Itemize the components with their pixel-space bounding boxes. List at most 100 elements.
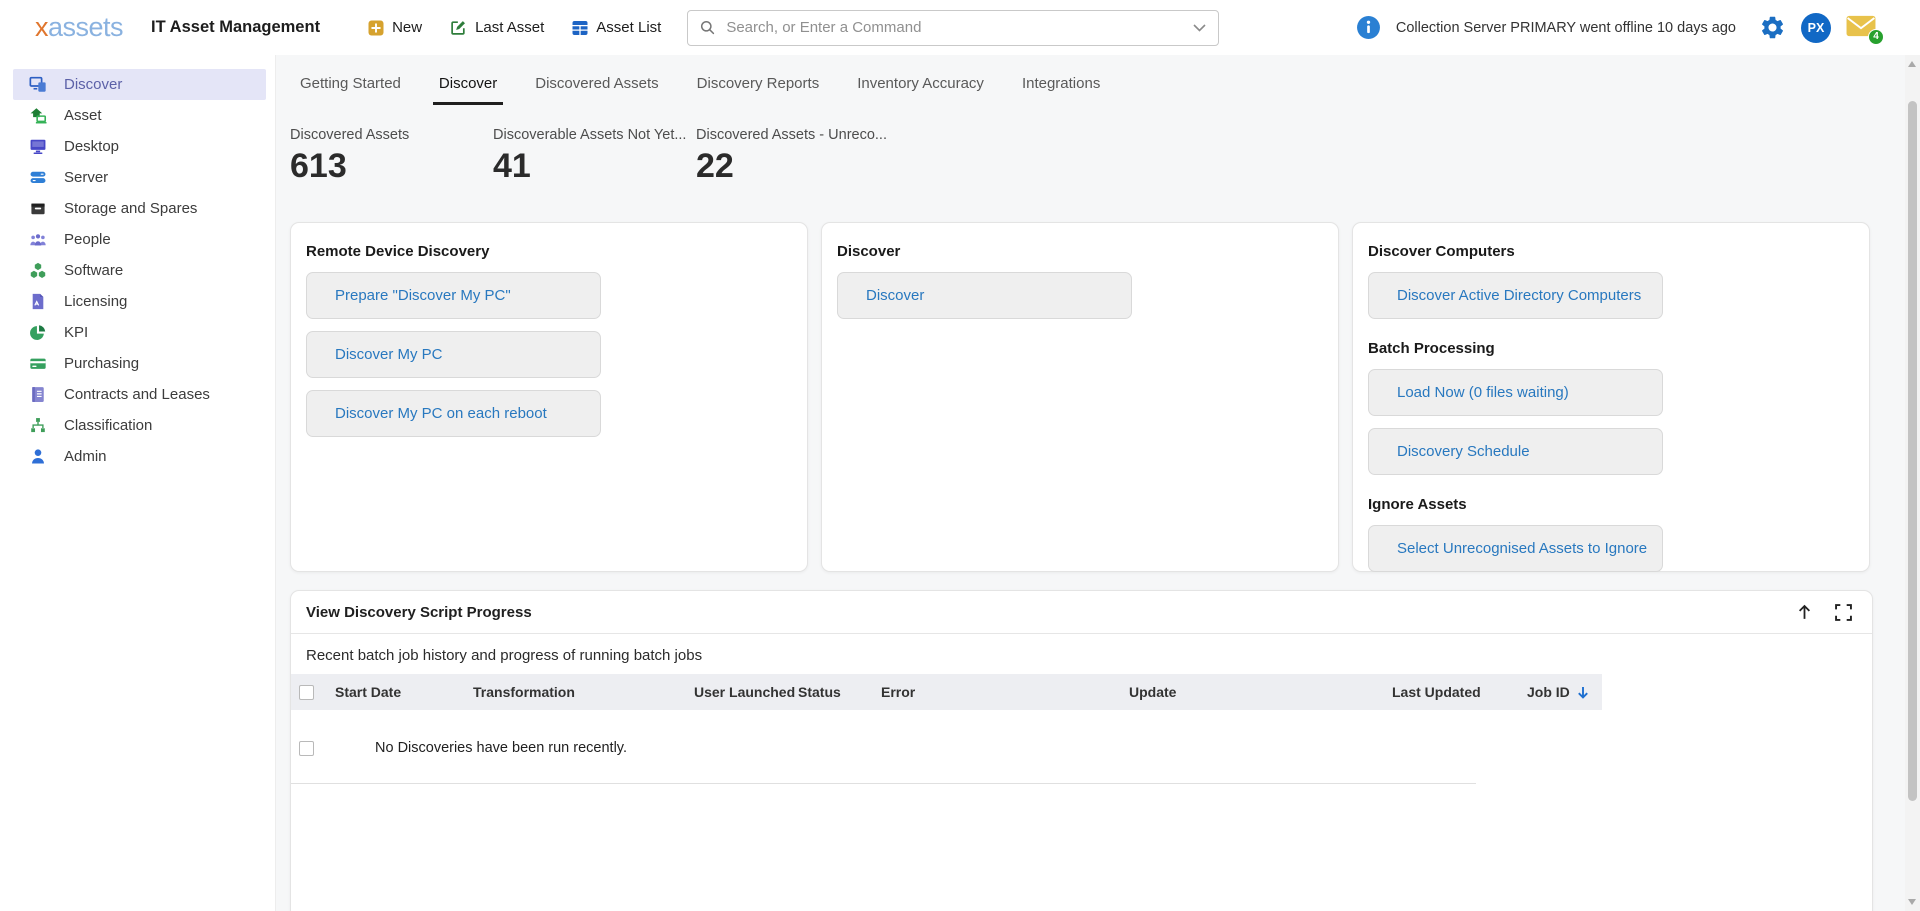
sidebar-item-classification[interactable]: Classification (13, 410, 266, 441)
vertical-scrollbar[interactable] (1905, 55, 1920, 911)
collapse-up-arrow-icon[interactable] (1796, 603, 1813, 621)
sidebar-item-label: Server (64, 169, 108, 186)
new-button-label: New (392, 19, 422, 36)
discovery-schedule-button[interactable]: Discovery Schedule (1368, 428, 1663, 475)
sidebar-item-desktop[interactable]: Desktop (13, 131, 266, 162)
sidebar-item-asset[interactable]: Asset (13, 100, 266, 131)
tab-getting-started[interactable]: Getting Started (294, 67, 407, 105)
discovery-progress-panel: View Discovery Script Progress Recent ba… (290, 590, 1873, 911)
sidebar-item-contracts-and-leases[interactable]: Contracts and Leases (13, 379, 266, 410)
column-header-error[interactable]: Error (881, 684, 1129, 700)
scrollbar-up-arrow[interactable] (1908, 61, 1916, 67)
tab-discovered-assets[interactable]: Discovered Assets (529, 67, 664, 105)
panel-title: View Discovery Script Progress (306, 604, 532, 621)
topbar: xassets IT Asset Management New Last Ass… (0, 0, 1920, 55)
stat-value: 22 (696, 148, 899, 185)
panel-subtitle: Recent batch job history and progress of… (291, 634, 1872, 674)
search-input[interactable] (724, 18, 1184, 37)
logo-x: x (35, 12, 48, 42)
sidebar-item-label: Licensing (64, 293, 127, 310)
server-status-message: Collection Server PRIMARY went offline 1… (1396, 20, 1736, 36)
chevron-down-icon[interactable] (1193, 24, 1206, 32)
section-title: Batch Processing (1368, 340, 1854, 357)
scrollbar-thumb[interactable] (1908, 101, 1917, 801)
purchasing-card-icon (29, 355, 47, 372)
tab-bar: Getting Started Discover Discovered Asse… (294, 67, 1920, 105)
table-icon (572, 20, 588, 36)
card-title: Remote Device Discovery (306, 243, 792, 260)
edit-icon (450, 19, 467, 36)
sidebar-item-label: Asset (64, 107, 102, 124)
storage-box-icon (29, 200, 47, 217)
sidebar-item-label: Software (64, 262, 123, 279)
discover-my-pc-on-reboot-button[interactable]: Discover My PC on each reboot (306, 390, 601, 437)
sidebar-item-licensing[interactable]: Licensing (13, 286, 266, 317)
sidebar-item-label: Desktop (64, 138, 119, 155)
select-unrecognised-assets-button[interactable]: Select Unrecognised Assets to Ignore (1368, 525, 1663, 572)
plus-icon (368, 20, 384, 36)
classification-tree-icon (29, 417, 47, 434)
sidebar-item-purchasing[interactable]: Purchasing (13, 348, 266, 379)
card-discover: Discover Discover (821, 222, 1339, 572)
sidebar-item-label: People (64, 231, 111, 248)
column-header-update[interactable]: Update (1129, 684, 1392, 700)
row-checkbox[interactable] (299, 741, 314, 756)
column-header-user-launched[interactable]: User Launched (694, 684, 798, 700)
tab-integrations[interactable]: Integrations (1016, 67, 1106, 105)
empty-message: No Discoveries have been run recently. (375, 740, 627, 756)
sidebar-item-admin[interactable]: Admin (13, 441, 266, 472)
desktop-icon (29, 138, 47, 155)
column-header-transformation[interactable]: Transformation (473, 684, 694, 700)
tab-inventory-accuracy[interactable]: Inventory Accuracy (851, 67, 990, 105)
app-logo[interactable]: xassets (35, 14, 123, 41)
sidebar-item-label: Storage and Spares (64, 200, 197, 217)
search-box[interactable] (687, 10, 1219, 46)
section-title: Ignore Assets (1368, 496, 1854, 513)
sidebar-item-storage-and-spares[interactable]: Storage and Spares (13, 193, 266, 224)
card-title: Discover (837, 243, 1323, 260)
messages-button[interactable]: 4 (1846, 15, 1878, 41)
table-row: No Discoveries have been run recently. (291, 710, 1872, 756)
avatar[interactable]: PX (1801, 13, 1831, 43)
column-header-job-id[interactable]: Job ID (1527, 684, 1602, 700)
topbar-right: Collection Server PRIMARY went offline 1… (1356, 13, 1878, 43)
discover-active-directory-computers-button[interactable]: Discover Active Directory Computers (1368, 272, 1663, 319)
sort-descending-icon (1577, 686, 1589, 699)
column-header-start-date[interactable]: Start Date (335, 684, 473, 700)
sidebar-item-people[interactable]: People (13, 224, 266, 255)
asset-icon (29, 107, 47, 124)
table-header-row: Start Date Transformation User Launched … (291, 674, 1602, 710)
tab-discovery-reports[interactable]: Discovery Reports (691, 67, 826, 105)
info-icon[interactable] (1356, 15, 1381, 40)
sidebar-item-label: Contracts and Leases (64, 386, 210, 403)
select-all-checkbox[interactable] (299, 685, 314, 700)
sidebar-item-label: KPI (64, 324, 88, 341)
new-button[interactable]: New (368, 19, 422, 36)
scrollbar-down-arrow[interactable] (1908, 899, 1916, 905)
unread-count-badge: 4 (1868, 29, 1884, 45)
sidebar-item-software[interactable]: Software (13, 255, 266, 286)
stats-row: Discovered Assets 613 Discoverable Asset… (290, 127, 1920, 185)
stat-discovered-assets-unrecognised: Discovered Assets - Unreco... 22 (696, 127, 899, 185)
prepare-discover-my-pc-button[interactable]: Prepare "Discover My PC" (306, 272, 601, 319)
asset-list-button[interactable]: Asset List (572, 19, 661, 36)
column-header-last-updated[interactable]: Last Updated (1392, 684, 1527, 700)
tab-discover[interactable]: Discover (433, 67, 503, 105)
page-title: IT Asset Management (151, 18, 320, 37)
sidebar: Discover Asset Desktop Server Storage an… (0, 55, 276, 911)
last-asset-button[interactable]: Last Asset (450, 19, 544, 36)
last-asset-button-label: Last Asset (475, 19, 544, 36)
column-header-status[interactable]: Status (798, 684, 881, 700)
fullscreen-icon[interactable] (1835, 604, 1852, 621)
cards-row: Remote Device Discovery Prepare "Discove… (290, 222, 1920, 572)
discover-icon (29, 76, 47, 93)
sidebar-item-kpi[interactable]: KPI (13, 317, 266, 348)
sidebar-item-discover[interactable]: Discover (13, 69, 266, 100)
discover-my-pc-button[interactable]: Discover My PC (306, 331, 601, 378)
settings-gear-icon[interactable] (1759, 14, 1786, 41)
sidebar-item-server[interactable]: Server (13, 162, 266, 193)
server-icon (29, 169, 47, 186)
load-now-button[interactable]: Load Now (0 files waiting) (1368, 369, 1663, 416)
row-divider (291, 783, 1476, 784)
discover-button[interactable]: Discover (837, 272, 1132, 319)
